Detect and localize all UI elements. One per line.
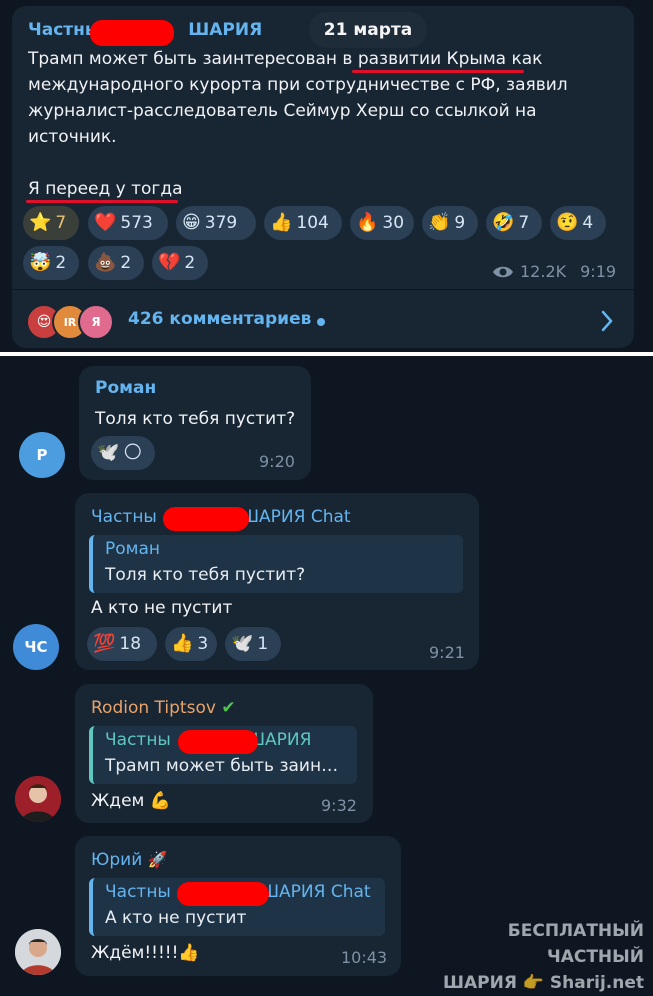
- reaction-group[interactable]: 🕊️ 🌕: [91, 436, 155, 470]
- rofl-icon: 🤣: [492, 212, 515, 233]
- message-bubble: Rodion Tiptsov ✔ Частны ШАРИЯ Трамп может…: [75, 684, 373, 823]
- commenter-avatar: Я: [78, 304, 114, 340]
- reaction-dove[interactable]: 🕊️ 1: [225, 627, 281, 661]
- message-time: 9:20: [259, 452, 295, 471]
- reaction-thumbs-up[interactable]: 👍 104: [264, 206, 342, 240]
- comments-row[interactable]: 😍 IR Я 426 комментариев: [12, 290, 634, 348]
- message-bubble: Юрий 🚀 Частны ШАРИЯ Chat А кто не пустит …: [75, 836, 401, 976]
- reply-quote[interactable]: Роман Толя кто тебя пустит?: [89, 535, 463, 593]
- rocket-icon: 🚀: [147, 850, 168, 869]
- section-separator: [0, 352, 653, 356]
- thumbs-up-icon: 👍: [171, 633, 194, 654]
- exploding-head-icon: 🤯: [29, 252, 52, 273]
- comments-label: 426 комментариев: [128, 309, 312, 329]
- reaction-poo[interactable]: 💩 2: [88, 246, 144, 280]
- message-text: Ждем 💪: [91, 791, 171, 811]
- avatar[interactable]: Р: [19, 432, 65, 478]
- clap-icon: 👏: [428, 212, 451, 233]
- reaction-hundred[interactable]: 💯 18: [87, 627, 157, 661]
- message-time: 9:21: [429, 643, 465, 662]
- user-photo-icon: [15, 929, 61, 975]
- coin-icon: 🌕: [123, 442, 143, 463]
- raised-eyebrow-icon: 🤨: [556, 212, 579, 233]
- reaction-grin[interactable]: 😁 379: [176, 206, 256, 240]
- avatar[interactable]: ЧС: [13, 624, 59, 670]
- redaction-mark: [177, 882, 269, 906]
- reaction-raised-eyebrow[interactable]: 🤨 4: [550, 206, 606, 240]
- redaction-mark: [163, 507, 249, 531]
- date-badge: 21 марта: [309, 12, 427, 48]
- verified-check-icon: ✔: [221, 698, 236, 718]
- redaction-mark: [178, 730, 258, 754]
- underline-mark: [352, 70, 524, 73]
- fire-icon: 🔥: [356, 212, 379, 233]
- post-text: Трамп может быть заинтересован в развити…: [28, 49, 568, 147]
- message-text: Толя кто тебя пустит?: [95, 409, 296, 429]
- message-text: А кто не пустит: [91, 598, 233, 618]
- channel-post: Частны ШАРИЯ Трамп может быть заинтересов…: [12, 6, 634, 348]
- message-author[interactable]: Rodion Tiptsov ✔: [91, 698, 236, 718]
- message-text: Ждём!!!!!👍: [91, 943, 200, 963]
- reaction-thumbs-up[interactable]: 👍 3: [165, 627, 217, 661]
- reaction-fire[interactable]: 🔥 30: [350, 206, 414, 240]
- message-author[interactable]: Роман: [95, 378, 156, 398]
- message-bubble: Частны ШАРИЯ Chat Роман Толя кто тебя пус…: [75, 493, 479, 670]
- reaction-star[interactable]: ⭐ 7: [23, 206, 79, 240]
- pointing-hand-icon: 👉: [522, 973, 544, 993]
- views-counter: 12.2K 9:19: [492, 262, 616, 281]
- heart-icon: ❤️: [94, 212, 117, 233]
- reaction-broken-heart[interactable]: 💔 2: [152, 246, 208, 280]
- message-bubble: Роман Толя кто тебя пустит? 🕊️ 🌕 9:20: [79, 366, 311, 480]
- chevron-right-icon[interactable]: [600, 310, 614, 332]
- underline-mark: [26, 200, 178, 203]
- reaction-clap[interactable]: 👏 9: [422, 206, 478, 240]
- avatar[interactable]: [15, 929, 61, 975]
- message-author[interactable]: Юрий 🚀: [91, 850, 168, 870]
- post-text-2: Я переед у тогда: [28, 179, 183, 199]
- message-time: 9:32: [321, 796, 357, 815]
- thumbs-up-icon: 👍: [270, 212, 293, 233]
- dove-icon: 🕊️: [231, 633, 254, 654]
- reaction-exploding-head[interactable]: 🤯 2: [23, 246, 79, 280]
- user-photo-icon: [15, 776, 61, 822]
- broken-heart-icon: 💔: [158, 252, 181, 273]
- grin-icon: 😁: [182, 212, 201, 233]
- dove-icon: 🕊️: [97, 442, 120, 463]
- hundred-icon: 💯: [93, 633, 116, 654]
- message-time: 10:43: [341, 948, 388, 967]
- star-icon: ⭐: [29, 212, 52, 233]
- unread-dot: [317, 318, 325, 326]
- reaction-rofl[interactable]: 🤣 7: [486, 206, 542, 240]
- reaction-heart[interactable]: ❤️ 573: [88, 206, 168, 240]
- eye-icon: [493, 266, 513, 277]
- redaction-mark: [90, 20, 174, 46]
- poo-icon: 💩: [94, 252, 117, 273]
- avatar[interactable]: [15, 776, 61, 822]
- watermark: БЕСПЛАТНЫЙ ЧАСТНЫЙ ШАРИЯ 👉 Sharij.net: [442, 921, 644, 993]
